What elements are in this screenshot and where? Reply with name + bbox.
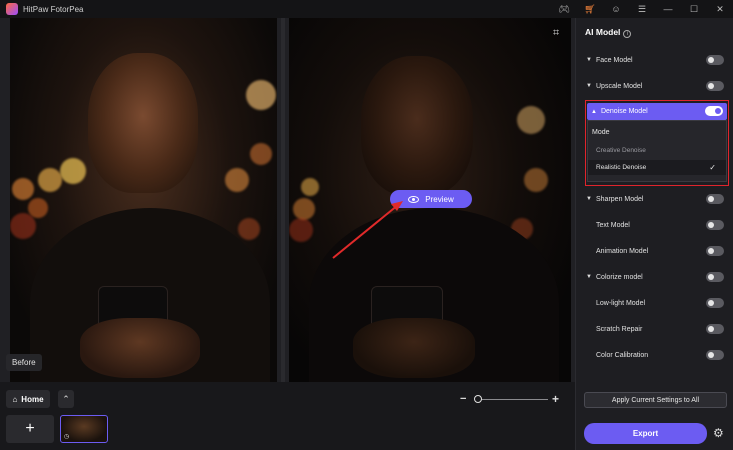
zoom-slider-handle[interactable] xyxy=(474,395,482,403)
app-window: HitPaw FotorPea 🎮︎ 🛒︎ ☺ ☰ — ☐ ✕ Before ⌗… xyxy=(0,0,733,450)
info-icon[interactable]: i xyxy=(623,30,632,38)
chevron-down-icon: ▼ xyxy=(586,57,592,63)
model-label: Colorize model xyxy=(596,273,643,281)
upscale-model-toggle[interactable] xyxy=(706,81,724,91)
preview-canvas: Before ⌗ Preview xyxy=(0,18,575,382)
model-label: Scratch Repair xyxy=(596,325,643,333)
annotation-arrow xyxy=(332,201,403,259)
title-bar: HitPaw FotorPea 🎮︎ 🛒︎ ☺ ☰ — ☐ ✕ xyxy=(0,0,733,18)
model-label: Color Calibration xyxy=(596,351,649,359)
model-label: Sharpen Model xyxy=(596,195,644,203)
zoom-in-button[interactable]: + xyxy=(552,392,559,406)
mode-option-creative[interactable]: Creative Denoise xyxy=(596,147,646,154)
model-row-lowlight[interactable]: Low-light Model xyxy=(586,296,724,310)
zoom-slider-track[interactable] xyxy=(476,399,548,400)
model-row-upscale[interactable]: ▼ Upscale Model xyxy=(586,79,724,93)
maximize-icon[interactable]: ☐ xyxy=(681,0,707,18)
model-row-sharpen[interactable]: ▼ Sharpen Model xyxy=(586,192,724,206)
clock-icon: ◷ xyxy=(64,434,70,440)
denoise-model-toggle[interactable] xyxy=(705,106,723,116)
image-thumbnail[interactable]: ◷ xyxy=(60,415,108,443)
animation-model-toggle[interactable] xyxy=(706,246,724,256)
chevron-up-icon: ▲ xyxy=(591,108,597,115)
ai-model-panel: AI Model i ▼ Face Model ▼ Upscale Model ▼… xyxy=(575,18,733,450)
apply-settings-button[interactable]: Apply Current Settings to All xyxy=(584,392,727,408)
minimize-icon[interactable]: — xyxy=(655,0,681,18)
bottom-bar: ⌂ Home ⌃ + ◷ − + xyxy=(0,382,575,450)
zoom-out-button[interactable]: − xyxy=(460,393,466,405)
title-bar-controls: 🎮︎ 🛒︎ ☺ ☰ — ☐ ✕ xyxy=(551,0,733,18)
home-label: Home xyxy=(21,394,44,404)
denoise-mode-dropdown: Mode Creative Denoise Realistic Denoise … xyxy=(587,120,727,182)
account-icon[interactable]: ☺ xyxy=(603,0,629,18)
panel-title: AI Model i xyxy=(585,27,632,38)
model-label: Animation Model xyxy=(596,247,649,255)
mode-title: Mode xyxy=(592,129,610,136)
model-row-face[interactable]: ▼ Face Model xyxy=(586,53,724,67)
model-label: Low-light Model xyxy=(596,299,646,307)
chevron-down-icon: ▼ xyxy=(586,196,592,202)
discord-icon[interactable]: 🎮︎ xyxy=(551,0,577,18)
model-label: Text Model xyxy=(596,221,630,229)
colorize-model-toggle[interactable] xyxy=(706,272,724,282)
model-row-colorize[interactable]: ▼ Colorize model xyxy=(586,270,724,284)
lowlight-model-toggle[interactable] xyxy=(706,298,724,308)
checkmark-icon: ✓ xyxy=(709,163,716,172)
home-icon: ⌂ xyxy=(12,394,18,404)
gear-icon[interactable]: ⚙ xyxy=(713,426,724,440)
add-image-button[interactable]: + xyxy=(6,415,54,443)
cart-icon[interactable]: 🛒︎ xyxy=(577,0,603,18)
model-row-color-calibration[interactable]: Color Calibration xyxy=(586,348,724,362)
model-row-denoise[interactable]: ▲ Denoise Model xyxy=(587,103,727,120)
scratch-repair-toggle[interactable] xyxy=(706,324,724,334)
text-model-toggle[interactable] xyxy=(706,220,724,230)
home-button[interactable]: ⌂ Home xyxy=(6,390,50,408)
collapse-button[interactable]: ⌃ xyxy=(58,390,74,408)
chevron-down-icon: ▼ xyxy=(586,83,592,89)
model-row-scratch[interactable]: Scratch Repair xyxy=(586,322,724,336)
model-label: Upscale Model xyxy=(596,82,643,90)
model-row-text[interactable]: Text Model xyxy=(586,218,724,232)
face-model-toggle[interactable] xyxy=(706,55,724,65)
chevron-down-icon: ▼ xyxy=(586,274,592,280)
sharpen-model-toggle[interactable] xyxy=(706,194,724,204)
app-title: HitPaw FotorPea xyxy=(23,4,84,14)
color-calibration-toggle[interactable] xyxy=(706,350,724,360)
model-row-animation[interactable]: Animation Model xyxy=(586,244,724,258)
chevron-up-icon: ⌃ xyxy=(62,393,70,404)
menu-icon[interactable]: ☰ xyxy=(629,0,655,18)
export-button[interactable]: Export xyxy=(584,423,707,444)
model-label: Face Model xyxy=(596,56,633,64)
mode-option-realistic[interactable]: Realistic Denoise ✓ xyxy=(588,160,726,175)
app-logo-icon xyxy=(6,3,18,15)
close-icon[interactable]: ✕ xyxy=(707,0,733,18)
model-label: Denoise Model xyxy=(600,108,648,115)
